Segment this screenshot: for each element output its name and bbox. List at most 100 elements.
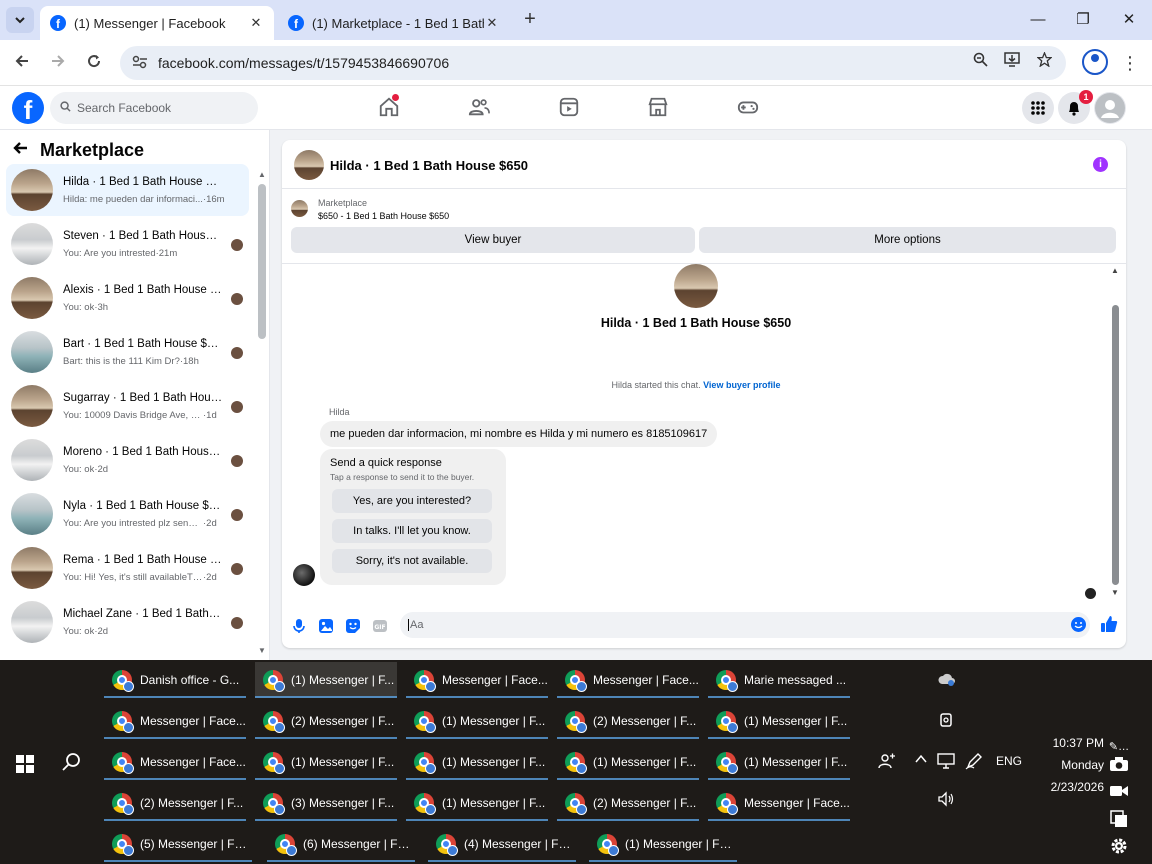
show-hidden-icons-chevron-icon[interactable] (914, 752, 928, 769)
conversation-item[interactable]: Nyla · 1 Bed 1 Bath House $650 You: Are y… (6, 488, 249, 540)
image-icon[interactable] (318, 618, 334, 634)
windows-start-icon[interactable] (16, 755, 34, 773)
taskbar-search-icon[interactable] (62, 752, 84, 774)
taskbar-window-button[interactable]: Messenger | Face... (104, 744, 246, 780)
emoji-icon[interactable] (1071, 617, 1086, 632)
site-settings-icon[interactable] (132, 55, 150, 72)
reload-button[interactable] (80, 49, 108, 77)
taskbar-window-button[interactable]: (1) Messenger | Fac... (589, 826, 737, 862)
volume-icon[interactable] (937, 791, 955, 810)
conversation-item[interactable]: Rema · 1 Bed 1 Bath House $6... You: Hi! … (6, 542, 249, 594)
chat-scroll-up-arrow-icon[interactable]: ▲ (1111, 266, 1119, 275)
install-app-icon[interactable] (998, 46, 1026, 80)
taskbar-window-button[interactable]: (1) Messenger | F... (255, 744, 397, 780)
back-button[interactable] (8, 49, 36, 77)
gaming-nav-icon[interactable] (737, 96, 761, 120)
taskbar-window-button[interactable]: (2) Messenger | F... (255, 703, 397, 739)
listing-thumbnail[interactable] (291, 200, 308, 217)
microphone-icon[interactable] (291, 618, 307, 634)
pen-icon[interactable] (965, 752, 983, 773)
tab-close-icon[interactable]: ✕ (248, 15, 264, 31)
incoming-message-bubble[interactable]: me pueden dar informacion, mi nombre es … (320, 421, 718, 447)
chat-scrollbar[interactable] (1112, 305, 1119, 585)
network-icon[interactable] (937, 752, 955, 773)
meet-now-icon[interactable] (939, 712, 953, 731)
conversation-item[interactable]: Michael Zane · 1 Bed 1 Bath H... You: ok·… (6, 596, 249, 648)
conversation-item[interactable]: Steven · 1 Bed 1 Bath House $... You: Are… (6, 218, 249, 270)
browser-menu-icon[interactable]: ⋮ (1118, 49, 1142, 77)
close-window-button[interactable]: ✕ (1117, 8, 1141, 32)
maximize-button[interactable]: ❐ (1071, 8, 1095, 32)
taskbar-window-button[interactable]: (1) Messenger | F... (708, 744, 850, 780)
onedrive-cloud-icon[interactable] (938, 672, 956, 689)
conversation-item[interactable]: Hilda · 1 Bed 1 Bath House $650 Hilda: me… (6, 164, 249, 216)
taskbar-window-button[interactable]: (2) Messenger | F... (104, 785, 246, 821)
people-icon[interactable] (878, 752, 896, 773)
taskbar-window-button[interactable]: (2) Messenger | F... (557, 703, 699, 739)
conversation-list-scrollbar[interactable] (258, 184, 266, 339)
taskbar-window-button[interactable]: Messenger | Face... (104, 703, 246, 739)
info-icon[interactable]: i (1093, 157, 1108, 172)
taskbar-window-button[interactable]: Messenger | Face... (406, 662, 548, 698)
taskbar-window-button[interactable]: (3) Messenger | F... (255, 785, 397, 821)
taskbar-clock[interactable]: 10:37 PM Monday 2/23/2026 (1018, 732, 1104, 798)
view-buyer-button[interactable]: View buyer (291, 227, 695, 253)
minimize-button[interactable]: — (1026, 8, 1050, 32)
buyer-avatar[interactable] (674, 264, 718, 308)
taskbar-window-button[interactable]: Messenger | Face... (557, 662, 699, 698)
taskbar-window-button[interactable]: Danish office - G... (104, 662, 246, 698)
zoom-icon[interactable] (966, 46, 994, 80)
home-nav-icon[interactable] (378, 94, 402, 120)
account-avatar[interactable] (1094, 92, 1126, 124)
taskbar-window-button[interactable]: (4) Messenger | Fac... (428, 826, 576, 862)
back-arrow-icon[interactable] (12, 140, 28, 161)
taskbar-window-button[interactable]: (2) Messenger | F... (557, 785, 699, 821)
scroll-up-arrow-icon[interactable]: ▲ (258, 170, 266, 179)
taskbar-window-button[interactable]: (5) Messenger | Fac... (104, 826, 252, 862)
thumbs-up-icon[interactable] (1100, 615, 1118, 633)
quick-response-yes-button[interactable]: Yes, are you interested? (332, 489, 492, 513)
taskbar-window-button[interactable]: (1) Messenger | F... (708, 703, 850, 739)
chat-header-avatar[interactable] (294, 150, 324, 180)
forward-button[interactable] (44, 49, 72, 77)
facebook-logo-icon[interactable]: f (12, 92, 44, 124)
new-tab-button[interactable]: + (518, 8, 542, 32)
taskbar-window-button[interactable]: Messenger | Face... (708, 785, 850, 821)
profile-icon[interactable] (1082, 49, 1108, 75)
message-input[interactable]: Aa (400, 612, 1090, 638)
taskbar-window-button[interactable]: (1) Messenger | F... (557, 744, 699, 780)
view-buyer-profile-link[interactable]: View buyer profile (703, 380, 780, 390)
conversation-item[interactable]: Moreno · 1 Bed 1 Bath House ... You: ok·2… (6, 434, 249, 486)
facebook-search-input[interactable]: Search Facebook (50, 92, 258, 124)
settings-gear-icon[interactable] (1108, 836, 1130, 858)
copy-windows-icon[interactable] (1108, 810, 1130, 832)
conversation-item[interactable]: Alexis · 1 Bed 1 Bath House $... You: ok·… (6, 272, 249, 324)
taskbar-window-button[interactable]: (1) Messenger | F... (406, 703, 548, 739)
taskbar-window-button[interactable]: (1) Messenger | F... (406, 785, 548, 821)
tab-messenger[interactable]: f (1) Messenger | Facebook ✕ (40, 6, 274, 40)
sender-avatar[interactable] (293, 564, 315, 586)
apps-menu-button[interactable] (1022, 92, 1054, 124)
quick-response-not-available-button[interactable]: Sorry, it's not available. (332, 549, 492, 573)
tab-close-icon[interactable]: ✕ (484, 15, 500, 31)
camera-icon[interactable] (1108, 756, 1130, 778)
taskbar-window-button[interactable]: (1) Messenger | F... (255, 662, 397, 698)
sticker-icon[interactable] (345, 618, 361, 634)
tab-marketplace[interactable]: f (1) Marketplace - 1 Bed 1 Bath House ✕ (278, 6, 510, 40)
taskbar-window-button[interactable]: Marie messaged ... (708, 662, 850, 698)
conversation-item[interactable]: Bart · 1 Bed 1 Bath House $650 Bart: this… (6, 326, 249, 378)
more-options-button[interactable]: More options (699, 227, 1116, 253)
video-nav-icon[interactable] (558, 96, 582, 120)
chat-header-title[interactable]: Hilda · 1 Bed 1 Bath House $650 (330, 158, 528, 173)
scroll-down-arrow-icon[interactable]: ▼ (258, 646, 266, 655)
taskbar-window-button[interactable]: (6) Messenger | Fac... (267, 826, 415, 862)
gif-icon[interactable]: GIF (372, 618, 388, 634)
marketplace-nav-icon[interactable] (647, 96, 671, 120)
quick-response-in-talks-button[interactable]: In talks. I'll let you know. (332, 519, 492, 543)
chat-scroll-down-arrow-icon[interactable]: ▼ (1111, 588, 1119, 597)
video-camera-icon[interactable] (1108, 784, 1130, 806)
tab-search-button[interactable] (6, 7, 34, 33)
conversation-item[interactable]: Sugarray · 1 Bed 1 Bath Hous... You: 1000… (6, 380, 249, 432)
address-bar[interactable]: facebook.com/messages/t/1579453846690706 (120, 46, 1066, 80)
taskbar-window-button[interactable]: (1) Messenger | F... (406, 744, 548, 780)
